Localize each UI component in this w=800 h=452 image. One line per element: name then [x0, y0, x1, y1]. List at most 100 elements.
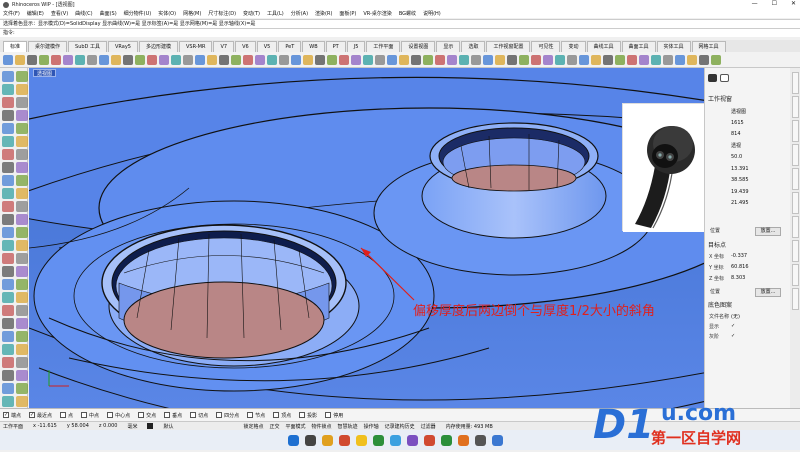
select-icon[interactable] — [519, 54, 529, 65]
zoom-extents-icon[interactable] — [315, 54, 325, 65]
osnap-item[interactable]: 节点 — [247, 412, 265, 419]
side-tab[interactable] — [791, 96, 799, 118]
open-icon[interactable] — [207, 54, 217, 65]
print-icon[interactable] — [39, 54, 49, 65]
search-icon[interactable] — [305, 434, 316, 446]
toolbar-tab[interactable]: 桌尔建模作 — [28, 41, 68, 52]
tool-icon[interactable] — [2, 110, 14, 121]
maximize-button[interactable]: ☐ — [772, 0, 777, 7]
osnap-item[interactable]: 停用 — [325, 412, 343, 419]
redo-icon[interactable] — [255, 54, 265, 65]
side-tab[interactable] — [791, 120, 799, 142]
app9-icon[interactable] — [492, 434, 503, 446]
osnap-item[interactable]: 投影 — [299, 412, 317, 419]
toolbar-tab[interactable]: V6 — [235, 41, 256, 52]
side-tab[interactable] — [791, 168, 799, 190]
tool-icon[interactable] — [16, 357, 28, 368]
toolbar-tab[interactable]: 曲面工具 — [621, 41, 656, 52]
tool-icon[interactable] — [16, 71, 28, 82]
osnap-checkbox[interactable] — [60, 412, 67, 418]
zoom-window-icon[interactable] — [687, 54, 697, 65]
tool-icon[interactable] — [2, 292, 14, 303]
toolbar-tab[interactable]: PT — [325, 41, 346, 52]
save-icon[interactable] — [603, 54, 613, 65]
tool-icon[interactable] — [16, 201, 28, 212]
tool-icon[interactable] — [2, 123, 14, 134]
render-icon[interactable] — [555, 54, 565, 65]
tool-icon[interactable] — [16, 383, 28, 394]
menu-item[interactable]: 分析(A) — [291, 10, 308, 17]
tool-icon[interactable] — [16, 240, 28, 251]
osnap-checkbox[interactable] — [325, 412, 332, 418]
tool-icon[interactable] — [2, 175, 14, 186]
app7-icon[interactable] — [458, 434, 469, 446]
toolbar-tab[interactable]: V7 — [213, 41, 235, 52]
pan-icon[interactable] — [459, 54, 469, 65]
menu-item[interactable]: 面板(P) — [339, 10, 356, 17]
tool-icon[interactable] — [2, 344, 14, 355]
side-tab[interactable] — [791, 288, 799, 310]
tool-icon[interactable] — [16, 292, 28, 303]
print-icon[interactable] — [231, 54, 241, 65]
menu-item[interactable]: BG螺纹 — [399, 10, 416, 17]
tool-icon[interactable] — [2, 84, 14, 95]
viewport-label[interactable]: 透视图 — [33, 69, 57, 77]
zoom-icon[interactable] — [675, 54, 685, 65]
menu-item[interactable]: 网格(M) — [183, 10, 201, 17]
toolbar-tab[interactable]: 可见性 — [531, 41, 561, 52]
new-icon[interactable] — [579, 54, 589, 65]
tool-icon[interactable] — [2, 162, 14, 173]
tool-icon[interactable] — [2, 396, 14, 407]
rotate-icon[interactable] — [663, 54, 673, 65]
toolbar-tab[interactable]: VRay5 — [108, 41, 138, 52]
material-icon[interactable] — [183, 54, 193, 65]
zoom-window-icon[interactable] — [303, 54, 313, 65]
toolbar-tab[interactable]: SubD 工具 — [68, 41, 107, 52]
toolbar-tab[interactable]: 标准 — [3, 41, 28, 52]
menu-item[interactable]: 文件(F) — [3, 10, 20, 17]
status-mode-toggle[interactable]: 物件锁点 — [312, 423, 332, 430]
property-value[interactable]: 50.0 — [731, 154, 742, 160]
app8-icon[interactable] — [475, 434, 486, 446]
tool-icon[interactable] — [16, 175, 28, 186]
render-icon[interactable] — [171, 54, 181, 65]
osnap-item[interactable]: 中点 — [81, 412, 99, 419]
save-icon[interactable] — [411, 54, 421, 65]
toolbar-tab[interactable]: 工作视窗配置 — [486, 41, 531, 52]
rotate-icon[interactable] — [471, 54, 481, 65]
property-value[interactable]: 60.816 — [731, 264, 749, 270]
tool-icon[interactable] — [2, 214, 14, 225]
tool-icon[interactable] — [2, 253, 14, 264]
select-icon[interactable] — [711, 54, 721, 65]
undo-icon[interactable] — [51, 54, 61, 65]
property-value[interactable]: 透视图 — [731, 108, 746, 115]
tool-icon[interactable] — [16, 396, 28, 407]
osnap-checkbox[interactable] — [138, 412, 145, 418]
status-mode-toggle[interactable]: 记录建构历史 — [385, 423, 415, 430]
layer-icon[interactable] — [531, 54, 541, 65]
property-value[interactable]: -0.337 — [731, 253, 747, 259]
status-mode-toggle[interactable]: 智慧轨迹 — [338, 423, 358, 430]
open-icon[interactable] — [15, 54, 25, 65]
osnap-item[interactable]: 中心点 — [107, 412, 130, 419]
render-icon[interactable] — [363, 54, 373, 65]
toolbar-tab[interactable]: 选取 — [461, 41, 486, 52]
new-icon[interactable] — [387, 54, 397, 65]
side-tab[interactable] — [791, 216, 799, 238]
property-value[interactable]: 19.439 — [731, 189, 749, 195]
osnap-checkbox[interactable] — [247, 412, 254, 418]
properties-icon[interactable] — [351, 54, 361, 65]
undo-icon[interactable] — [435, 54, 445, 65]
toolbar-tab[interactable]: PeT — [278, 41, 302, 52]
zoom-extents-icon[interactable] — [507, 54, 517, 65]
undo-icon[interactable] — [627, 54, 637, 65]
app6-icon[interactable] — [441, 434, 452, 446]
status-mode-toggle[interactable]: 正交 — [270, 423, 280, 430]
tool-icon[interactable] — [16, 214, 28, 225]
toolbar-tab[interactable]: 变动 — [561, 41, 586, 52]
tool-icon[interactable] — [16, 84, 28, 95]
app4-icon[interactable] — [407, 434, 418, 446]
menu-item[interactable]: 细分物件(U) — [124, 10, 152, 17]
tool-icon[interactable] — [16, 227, 28, 238]
tool-icon[interactable] — [2, 266, 14, 277]
